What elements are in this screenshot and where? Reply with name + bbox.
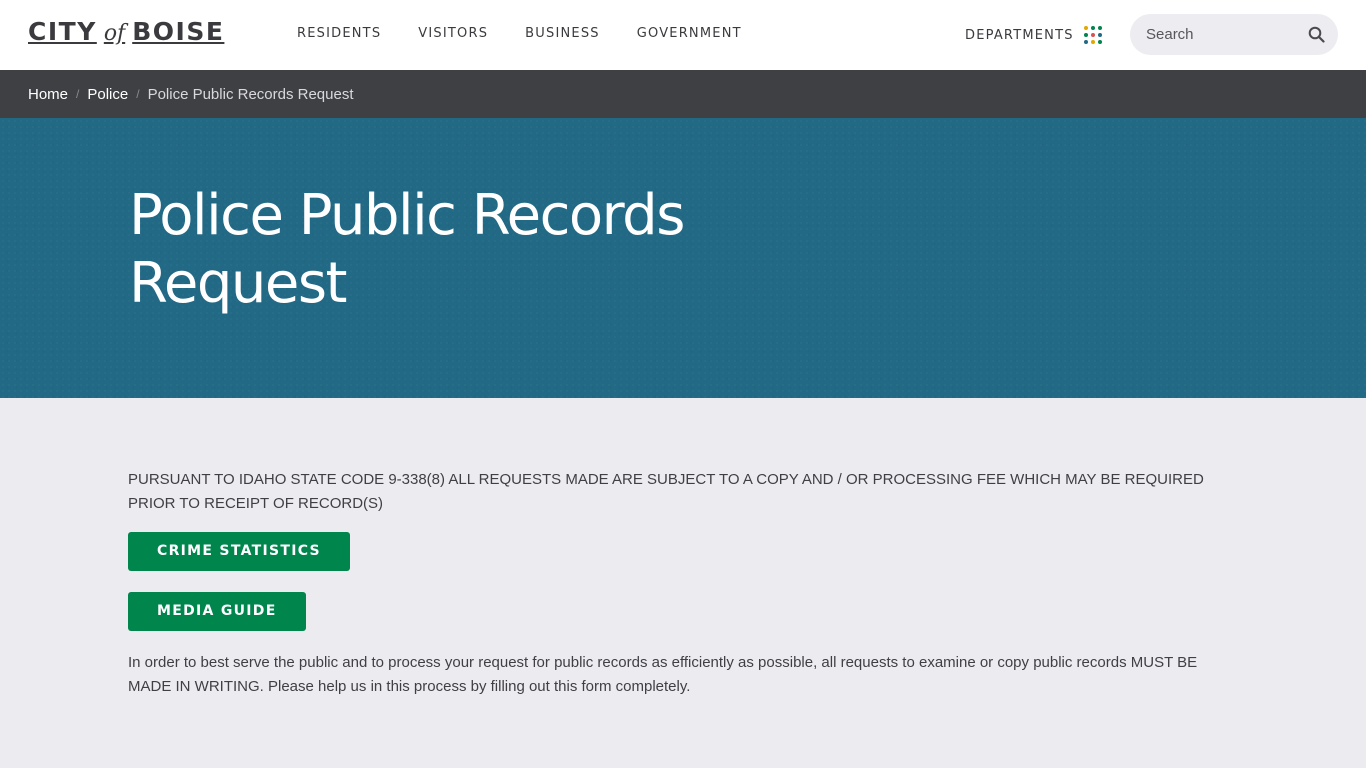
main-content: PURSUANT TO IDAHO STATE CODE 9-338(8) AL… [128,468,1238,695]
grid-dots-icon [1083,26,1102,44]
breadcrumb: Home / Police / Police Public Records Re… [0,70,1366,118]
breadcrumb-current: Police Public Records Request [147,85,354,103]
site-header: CITY of BOISE RESIDENTS VISITORS BUSINES… [0,0,1366,70]
nav-government[interactable]: GOVERNMENT [637,26,742,41]
hero-banner: Police Public Records Request [0,118,1366,398]
instructions-paragraph: In order to best serve the public and to… [128,654,1198,695]
nav-visitors[interactable]: VISITORS [418,26,488,41]
nav-business[interactable]: BUSINESS [525,26,600,41]
logo-text-of: of [103,21,126,46]
logo-text-boise: BOISE [132,17,225,46]
nav-residents[interactable]: RESIDENTS [297,26,381,41]
search-box [1130,14,1338,55]
crime-statistics-button[interactable]: CRIME STATISTICS [128,532,350,571]
fee-notice: PURSUANT TO IDAHO STATE CODE 9-338(8) AL… [128,471,1204,512]
breadcrumb-separator: / [136,87,140,101]
search-icon[interactable] [1308,26,1325,43]
breadcrumb-home[interactable]: Home [28,86,68,103]
main-nav: RESIDENTS VISITORS BUSINESS GOVERNMENT [297,26,779,41]
page-title: Police Public Records Request [129,183,685,316]
breadcrumb-police[interactable]: Police [87,86,128,103]
media-guide-button[interactable]: MEDIA GUIDE [128,592,306,631]
departments-label: DEPARTMENTS [965,27,1074,43]
search-input[interactable] [1146,26,1296,43]
departments-menu-button[interactable]: DEPARTMENTS [965,26,1102,44]
logo-text-city: CITY [28,17,97,46]
breadcrumb-separator: / [76,87,80,101]
city-of-boise-logo[interactable]: CITY of BOISE [28,17,224,51]
